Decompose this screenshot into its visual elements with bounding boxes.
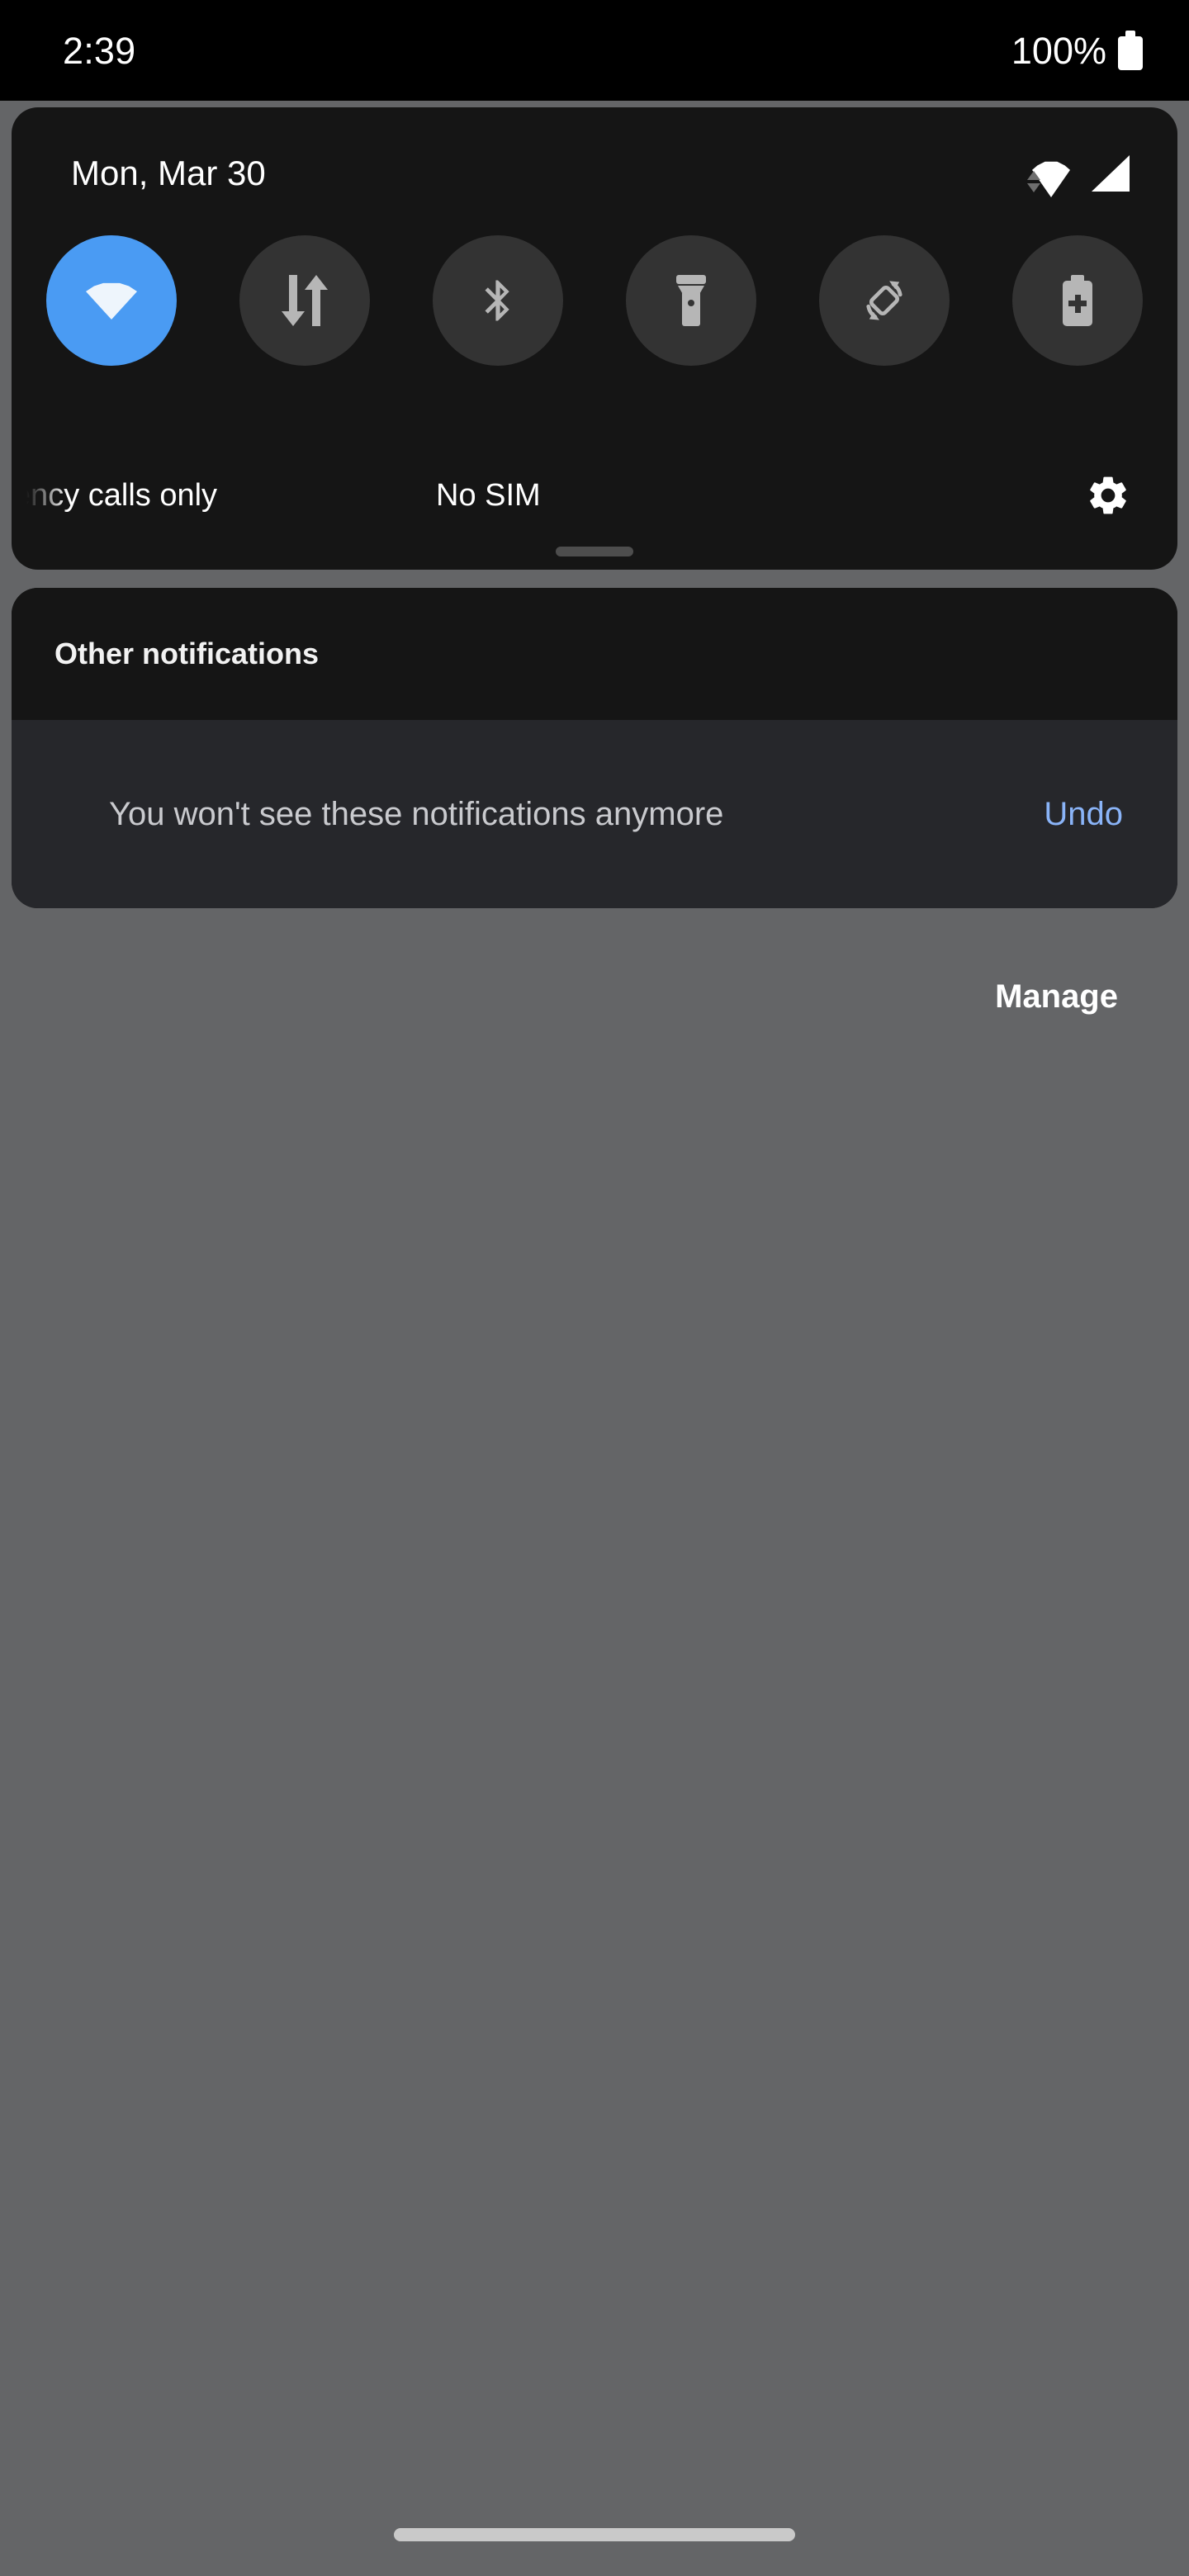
status-bar-clock: 2:39 — [63, 29, 136, 72]
manage-notifications-button[interactable]: Manage — [995, 980, 1118, 1013]
bluetooth-tile[interactable] — [433, 235, 563, 366]
auto-rotate-tile[interactable] — [819, 235, 950, 366]
battery-plus-icon — [1059, 275, 1096, 326]
status-bar-right-icons: 100% — [1011, 31, 1143, 70]
undo-message: You won't see these notifications anymor… — [109, 796, 724, 832]
flashlight-icon — [673, 275, 709, 326]
battery-saver-tile[interactable] — [1012, 235, 1143, 366]
gesture-nav-pill[interactable] — [394, 2528, 795, 2541]
wifi-tile[interactable] — [46, 235, 177, 366]
wifi-icon — [1027, 154, 1070, 197]
quick-settings-header: Mon, Mar 30 — [12, 107, 1177, 239]
carrier-right-text: No SIM — [436, 477, 541, 513]
settings-button[interactable] — [1077, 464, 1139, 527]
carrier-label-right: No SIM — [436, 471, 585, 520]
quick-settings-panel: Mon, Mar 30 calls only No SIM — [12, 107, 1177, 570]
signal-icon — [1092, 155, 1130, 192]
wifi-icon — [86, 282, 137, 320]
battery-full-icon — [1118, 31, 1143, 70]
notification-shade-card: Other notifications You won't see these … — [12, 588, 1177, 908]
notification-section-title: Other notifications — [54, 637, 320, 670]
qs-status-icons — [1027, 154, 1130, 197]
battery-percent-label: 100% — [1011, 29, 1106, 72]
notification-section-header: Other notifications — [12, 588, 1177, 720]
data-transfer-icon — [281, 275, 329, 326]
qs-date-label[interactable]: Mon, Mar 30 — [71, 156, 266, 191]
quick-settings-tiles — [12, 235, 1177, 366]
notification-undo-row: You won't see these notifications anymor… — [12, 720, 1177, 908]
shade-drag-handle[interactable] — [556, 547, 633, 556]
mobile-data-tile[interactable] — [239, 235, 370, 366]
status-bar: 2:39 100% — [0, 0, 1189, 101]
gear-icon — [1085, 472, 1131, 519]
bluetooth-icon — [472, 275, 523, 326]
flashlight-tile[interactable] — [626, 235, 756, 366]
carrier-label-left: Emergency calls only — [26, 471, 381, 520]
undo-button[interactable]: Undo — [1044, 798, 1123, 831]
phone-screen: 2:39 100% Mon, Mar 30 calls only No SIM … — [0, 0, 1189, 2576]
screen-rotation-icon — [857, 273, 912, 328]
